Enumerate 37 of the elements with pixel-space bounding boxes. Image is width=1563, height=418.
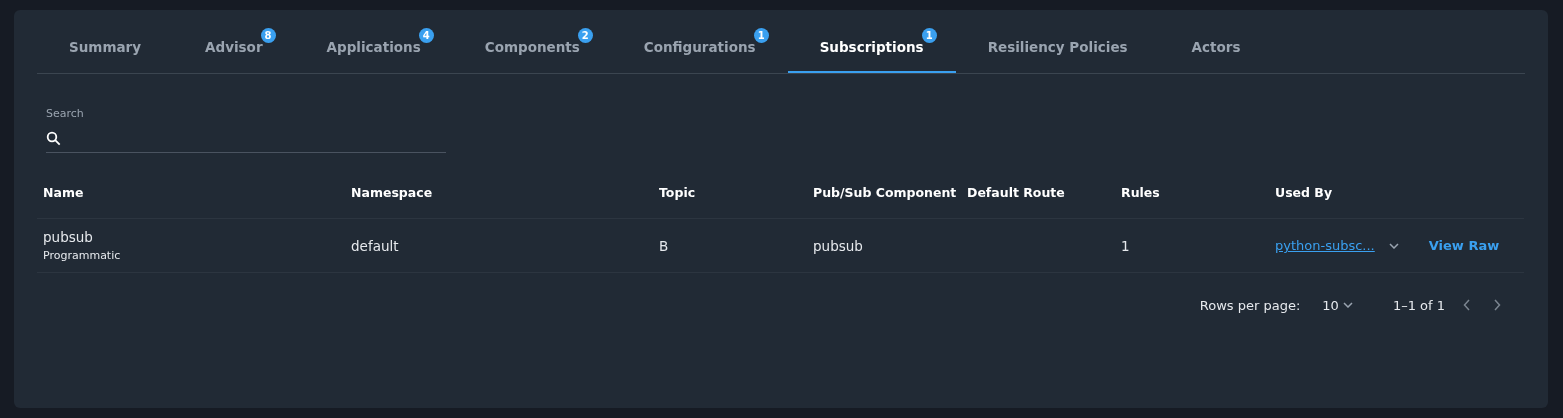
tab[interactable]: Resiliency Policies [955,22,1160,73]
rows-per-page-select[interactable]: 10 [1316,296,1359,314]
tab[interactable]: Summary [37,22,174,73]
app-link[interactable]: python-subsc... [1275,238,1375,253]
chevron-right-icon [1493,299,1501,311]
column-header: Used By [1274,185,1334,200]
tab[interactable]: Advisor 8 [173,22,295,73]
count-badge: 2 [577,27,593,43]
table-cell-text: default [351,237,400,254]
column-header: Name [42,185,85,200]
count-badge: 4 [418,27,434,43]
column-header: Rules [1120,185,1161,200]
column-header: Default Route [966,185,1066,200]
tab[interactable]: Configurations 1 [611,22,788,73]
table-cell-text: pubsub [43,229,94,245]
tab[interactable]: Components 2 [452,22,612,73]
table-cell-text: 1 [1121,237,1131,254]
search-icon [46,131,61,146]
column-header: Namespace [350,185,434,200]
column-header: Topic [658,185,697,200]
chevron-left-icon [1463,299,1471,311]
view-raw-button[interactable]: View Raw [1420,234,1508,257]
search-field[interactable]: Search [46,102,446,153]
count-badge: 8 [260,27,276,43]
tab[interactable]: Actors [1159,22,1273,73]
table-cell-text: pubsub [813,237,864,254]
column-header: Pub/Sub Component [812,185,958,200]
count-badge: 1 [921,27,937,43]
page-range: 1–1 of 1 [1392,297,1445,313]
table-cell-text: Programmatic [43,249,122,262]
tab[interactable]: Applications 4 [294,22,453,73]
table-cell-text: B [659,237,670,254]
tab[interactable]: Subscriptions 1 [787,22,956,73]
caret-icon [1342,302,1353,308]
rows-per-page-label: Rows per page: [1199,297,1301,313]
caret-icon [1388,242,1399,249]
count-badge: 1 [753,27,769,43]
